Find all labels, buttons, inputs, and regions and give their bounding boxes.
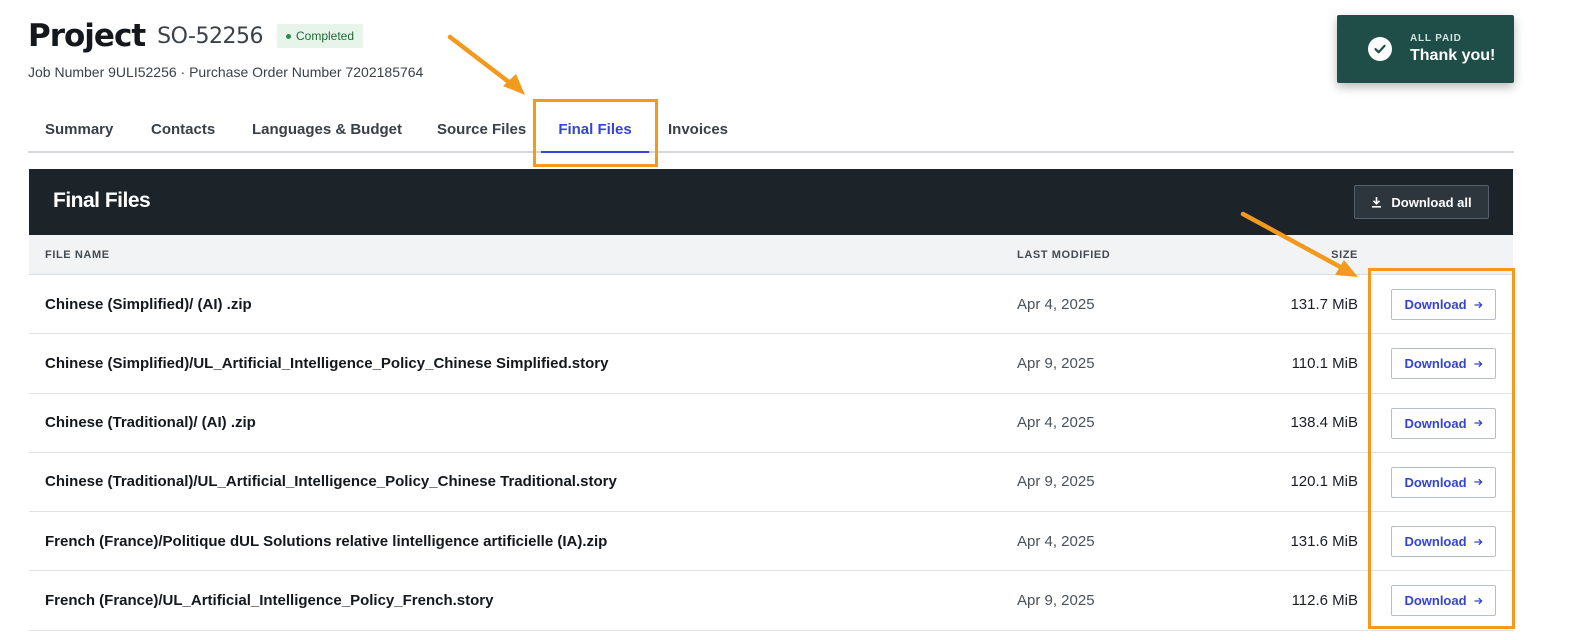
file-size: 131.7 MiB <box>1290 295 1358 313</box>
download-icon <box>1372 197 1382 208</box>
status-badge: Completed <box>276 24 364 48</box>
page-title: Project <box>28 18 146 54</box>
project-header: Project SO-52256 Completed Job Number 9U… <box>28 14 423 80</box>
table-row: Chinese (Traditional)/ (AI) .zip Apr 4, … <box>29 394 1513 453</box>
status-label: Completed <box>295 29 355 43</box>
download-button[interactable]: Download <box>1391 466 1496 498</box>
tab-languages-budget[interactable]: Languages & Budget <box>252 106 402 153</box>
download-button[interactable]: Download <box>1391 526 1496 558</box>
table-row: French (France)/Politique dUL Solutions … <box>29 512 1513 572</box>
tab-label: Source Files <box>437 121 527 138</box>
download-label: Download <box>1404 534 1467 550</box>
file-name: French (France)/Politique dUL Solutions … <box>45 532 608 550</box>
file-name: French (France)/UL_Artificial_Intelligen… <box>45 591 494 609</box>
download-all-button[interactable]: Download all <box>1354 185 1489 219</box>
toast-message: Thank you! <box>1410 47 1496 64</box>
tab-label: Summary <box>45 121 114 138</box>
tab-contacts[interactable]: Contacts <box>151 106 215 153</box>
tab-label: Invoices <box>668 121 729 138</box>
last-modified: Apr 4, 2025 <box>1017 414 1095 432</box>
last-modified: Apr 4, 2025 <box>1017 532 1095 550</box>
check-circle-icon <box>1368 37 1392 61</box>
toast-label: ALL PAID <box>1410 33 1462 44</box>
arrow-right-icon <box>1474 419 1483 427</box>
tab-bar: Summary Contacts Languages & Budget Sour… <box>28 106 1514 153</box>
final-files-panel-header: Final Files Download all <box>29 169 1513 235</box>
file-name: Chinese (Traditional)/UL_Artificial_Inte… <box>45 473 617 491</box>
download-label: Download <box>1404 474 1467 490</box>
column-header-size: SIZE <box>1331 249 1358 261</box>
tab-summary[interactable]: Summary <box>45 106 113 153</box>
tab-label: Final Files <box>558 121 632 138</box>
table-header: FILE NAME LAST MODIFIED SIZE <box>29 235 1513 275</box>
job-po-info: Job Number 9ULI52256 · Purchase Order Nu… <box>28 64 424 80</box>
download-all-label: Download all <box>1391 194 1472 210</box>
last-modified: Apr 9, 2025 <box>1017 591 1095 609</box>
tab-label: Contacts <box>151 121 216 138</box>
download-button[interactable]: Download <box>1391 289 1496 320</box>
tab-label: Languages & Budget <box>252 121 403 138</box>
file-size: 131.6 MiB <box>1290 532 1358 550</box>
annotation-arrow-icon <box>447 34 525 95</box>
file-size: 112.6 MiB <box>1291 591 1358 609</box>
table-row: Chinese (Simplified)/UL_Artificial_Intel… <box>29 334 1513 394</box>
download-label: Download <box>1404 356 1467 372</box>
table-row: Chinese (Simplified)/ (AI) .zip Apr 4, 2… <box>29 275 1513 335</box>
project-id: SO-52256 <box>157 23 263 49</box>
file-size: 120.1 MiB <box>1290 473 1358 491</box>
table-row: Chinese (Traditional)/UL_Artificial_Inte… <box>29 453 1513 513</box>
file-size: 138.4 MiB <box>1290 414 1358 432</box>
tab-source-files[interactable]: Source Files <box>437 106 526 153</box>
download-label: Download <box>1404 297 1467 312</box>
arrow-right-icon <box>1474 360 1483 368</box>
file-name: Chinese (Simplified)/UL_Artificial_Intel… <box>45 354 609 372</box>
tab-invoices[interactable]: Invoices <box>668 106 728 153</box>
table-row: French (France)/UL_Artificial_Intelligen… <box>29 571 1513 631</box>
last-modified: Apr 9, 2025 <box>1017 473 1095 491</box>
download-label: Download <box>1404 415 1467 431</box>
file-name: Chinese (Traditional)/ (AI) .zip <box>45 414 256 432</box>
file-name: Chinese (Simplified)/ (AI) .zip <box>45 295 252 313</box>
file-size: 110.1 MiB <box>1291 354 1358 372</box>
column-header-last-modified: LAST MODIFIED <box>1017 249 1111 261</box>
download-button[interactable]: Download <box>1391 407 1496 439</box>
payment-toast: ALL PAID Thank you! <box>1337 15 1514 83</box>
download-button[interactable]: Download <box>1391 585 1496 617</box>
download-label: Download <box>1404 593 1467 609</box>
arrow-right-icon <box>1474 479 1483 486</box>
last-modified: Apr 4, 2025 <box>1017 295 1095 313</box>
arrow-right-icon <box>1474 597 1483 605</box>
arrow-right-icon <box>1474 538 1483 545</box>
status-dot-icon <box>285 33 291 39</box>
column-header-file-name: FILE NAME <box>45 249 110 261</box>
final-files-table: FILE NAME LAST MODIFIED SIZE Chinese (Si… <box>29 235 1513 631</box>
last-modified: Apr 9, 2025 <box>1017 354 1095 372</box>
active-tab-indicator <box>541 151 649 153</box>
panel-title: Final Files <box>53 189 151 212</box>
tab-final-files[interactable]: Final Files <box>541 106 649 153</box>
arrow-right-icon <box>1474 301 1483 308</box>
download-button[interactable]: Download <box>1391 348 1496 380</box>
